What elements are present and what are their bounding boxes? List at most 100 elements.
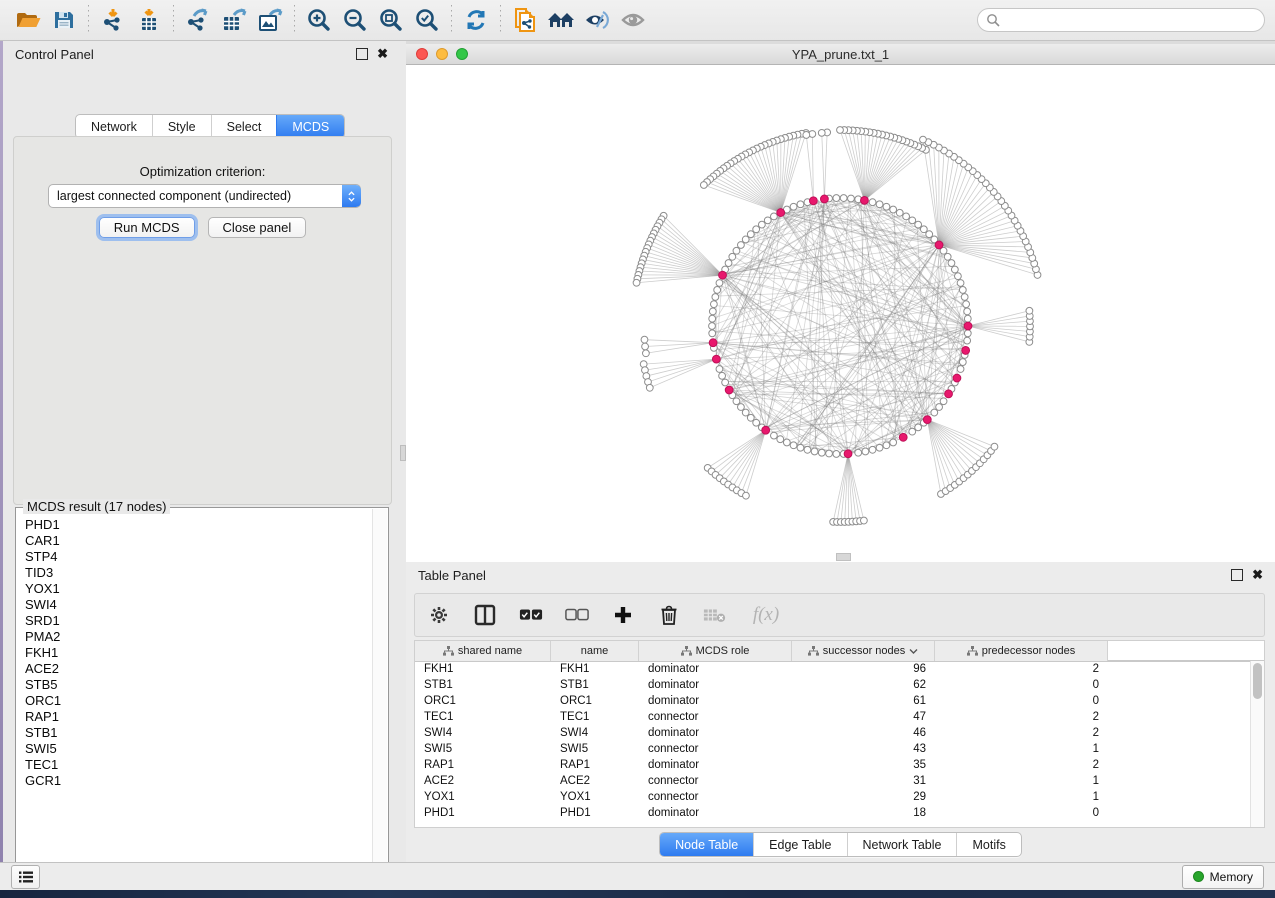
mcds-result-item[interactable]: CAR1 — [25, 533, 373, 549]
column-label: predecessor nodes — [982, 645, 1076, 657]
header-filler — [1108, 641, 1264, 661]
deselect-all-button[interactable] — [565, 603, 589, 627]
network-document-button[interactable] — [507, 3, 543, 37]
export-network-button[interactable] — [180, 3, 216, 37]
mcds-result-item[interactable]: STB5 — [25, 677, 373, 693]
homes-button[interactable] — [543, 3, 579, 37]
panel-splitter-horizontal[interactable] — [836, 553, 851, 561]
mcds-result-item[interactable]: RAP1 — [25, 709, 373, 725]
mcds-result-item[interactable]: PHD1 — [25, 517, 373, 533]
optimization-criterion-select[interactable]: largest connected component (undirected) — [48, 184, 361, 208]
export-image-button[interactable] — [252, 3, 288, 37]
network-graph[interactable] — [406, 65, 1275, 562]
mcds-result-item[interactable]: ORC1 — [25, 693, 373, 709]
zoom-out-button[interactable] — [337, 3, 373, 37]
mcds-result-item[interactable]: TID3 — [25, 565, 373, 581]
import-table-button[interactable] — [131, 3, 167, 37]
mcds-result-item[interactable]: PMA2 — [25, 629, 373, 645]
table-row[interactable]: ACE2ACE2connector311 — [415, 773, 1251, 789]
tab-mcds[interactable]: MCDS — [276, 115, 344, 138]
cell-predecessor_nodes: 2 — [935, 663, 1108, 675]
refresh-button[interactable] — [458, 3, 494, 37]
desktop-wallpaper-strip — [0, 890, 1275, 898]
mcds-result-item[interactable]: STB1 — [25, 725, 373, 741]
table-row[interactable]: RAP1RAP1dominator352 — [415, 757, 1251, 773]
tab-edge-table[interactable]: Edge Table — [753, 833, 846, 856]
mcds-result-item[interactable]: SRD1 — [25, 613, 373, 629]
search-field[interactable] — [977, 8, 1265, 32]
task-history-button[interactable] — [11, 865, 40, 889]
table-row[interactable]: FKH1FKH1dominator962 — [415, 661, 1251, 677]
mcds-result-item[interactable]: YOX1 — [25, 581, 373, 597]
network-canvas[interactable] — [406, 65, 1275, 562]
settings-gear-button[interactable] — [427, 603, 451, 627]
close-panel-button[interactable]: Close panel — [208, 217, 307, 238]
tab-motifs[interactable]: Motifs — [956, 833, 1020, 856]
mcds-result-item[interactable]: TEC1 — [25, 757, 373, 773]
cell-successor_nodes: 96 — [792, 663, 935, 675]
run-mcds-button[interactable]: Run MCDS — [99, 217, 195, 238]
tab-network-table[interactable]: Network Table — [847, 833, 957, 856]
table-row[interactable]: TEC1TEC1connector472 — [415, 709, 1251, 725]
cell-name: SWI4 — [551, 727, 639, 739]
table-row[interactable]: STB1STB1dominator620 — [415, 677, 1251, 693]
import-network-button[interactable] — [95, 3, 131, 37]
search-input[interactable] — [1000, 12, 1256, 28]
close-panel-icon[interactable]: ✖ — [1252, 570, 1263, 580]
zoom-fit-button[interactable] — [373, 3, 409, 37]
cell-predecessor_nodes: 2 — [935, 711, 1108, 723]
column-header-MCDS-role[interactable]: MCDS role — [639, 641, 792, 661]
table-panel-title: Table Panel — [418, 568, 486, 583]
panel-columns-button[interactable] — [473, 603, 497, 627]
toolbar-separator — [451, 5, 452, 35]
mcds-result-item[interactable]: SWI5 — [25, 741, 373, 757]
delete-icon — [659, 604, 679, 626]
column-header-predecessor-nodes[interactable]: predecessor nodes — [935, 641, 1108, 661]
tab-select[interactable]: Select — [211, 115, 277, 138]
table-scrollbar[interactable] — [1250, 661, 1264, 827]
add-button[interactable] — [611, 603, 635, 627]
table-row[interactable]: SWI4SWI4dominator462 — [415, 725, 1251, 741]
table-row[interactable]: SWI5SWI5connector431 — [415, 741, 1251, 757]
mcds-result-item[interactable]: ACE2 — [25, 661, 373, 677]
network-titlebar[interactable]: YPA_prune.txt_1 — [406, 44, 1275, 65]
column-header-shared-name[interactable]: shared name — [415, 641, 551, 661]
save-button[interactable] — [46, 3, 82, 37]
float-panel-icon[interactable] — [1231, 569, 1243, 581]
zoom-selected-button[interactable] — [409, 3, 445, 37]
tab-style[interactable]: Style — [152, 115, 211, 138]
float-panel-icon[interactable] — [356, 48, 368, 60]
mcds-result-item[interactable]: GCR1 — [25, 773, 373, 789]
mcds-result-item[interactable]: FKH1 — [25, 645, 373, 661]
optimization-criterion-label: Optimization criterion: — [14, 164, 391, 179]
table-row[interactable]: YOX1YOX1connector291 — [415, 789, 1251, 805]
mcds-result-item[interactable]: STP4 — [25, 549, 373, 565]
tab-node-table[interactable]: Node Table — [660, 833, 753, 856]
column-header-name[interactable]: name — [551, 641, 639, 661]
export-table-button[interactable] — [216, 3, 252, 37]
delete-table-button[interactable] — [703, 603, 727, 627]
memory-button[interactable]: Memory — [1182, 865, 1264, 889]
zoom-in-button[interactable] — [301, 3, 337, 37]
table-scrollbar-thumb[interactable] — [1253, 663, 1262, 699]
tab-network[interactable]: Network — [76, 115, 152, 138]
table-row[interactable]: ORC1ORC1dominator610 — [415, 693, 1251, 709]
mcds-result-list[interactable]: PHD1CAR1STP4TID3YOX1SWI4SRD1PMA2FKH1ACE2… — [17, 511, 373, 879]
column-label: name — [581, 645, 609, 657]
column-header-successor-nodes[interactable]: successor nodes — [792, 641, 935, 661]
delete-button[interactable] — [657, 603, 681, 627]
cell-mcds_role: dominator — [639, 663, 792, 675]
close-panel-icon[interactable]: ✖ — [377, 49, 388, 59]
mcds-result-item[interactable]: SWI4 — [25, 597, 373, 613]
select-all-button[interactable] — [519, 603, 543, 627]
cell-shared_name: RAP1 — [415, 759, 551, 771]
hide-eye-button[interactable] — [579, 3, 615, 37]
attribute-type-icon — [443, 646, 454, 656]
select-stepper-icon — [342, 185, 361, 207]
mcds-result-scrollbar[interactable] — [372, 509, 387, 879]
homes-icon — [546, 8, 576, 32]
table-row[interactable]: PHD1PHD1dominator180 — [415, 805, 1251, 821]
open-folder-button[interactable] — [10, 3, 46, 37]
show-eye-button[interactable] — [615, 3, 651, 37]
function-builder-button[interactable]: f(x) — [749, 603, 783, 627]
